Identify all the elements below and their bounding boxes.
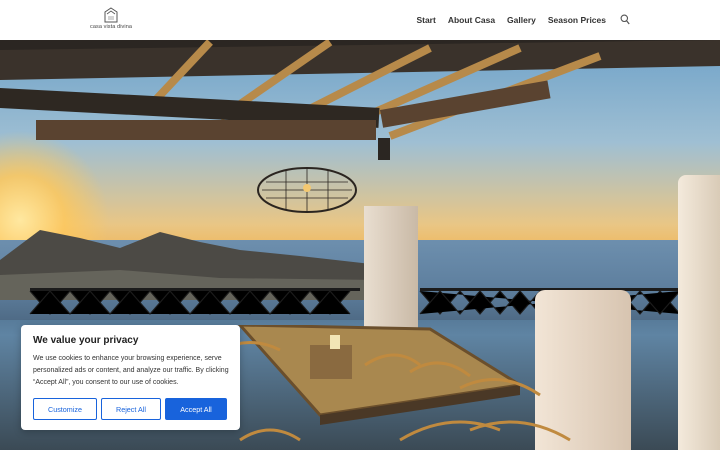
nav-item-about-casa[interactable]: About Casa (448, 15, 495, 25)
search-icon[interactable] (620, 14, 630, 25)
customize-button[interactable]: Customize (33, 398, 97, 420)
site-header: casa vista divina Start About Casa Galle… (0, 0, 720, 40)
main-nav: Start About Casa Gallery Season Prices (416, 14, 630, 25)
cookie-description: We use cookies to enhance your browsing … (33, 355, 229, 386)
house-icon (104, 7, 118, 23)
nav-item-start[interactable]: Start (416, 15, 435, 25)
reject-all-button[interactable]: Reject All (101, 398, 161, 420)
logo-text: casa vista divina (89, 24, 133, 30)
wicker-lamp (257, 167, 357, 213)
nav-item-gallery[interactable]: Gallery (507, 15, 536, 25)
nav-item-season-prices[interactable]: Season Prices (548, 15, 606, 25)
cookie-consent-banner: We value your privacy We use cookies to … (21, 325, 240, 430)
pergola-roof (0, 40, 720, 160)
cookie-title: We value your privacy (33, 335, 139, 346)
cookie-button-group: Customize Reject All Accept All (33, 398, 227, 420)
site-logo[interactable]: casa vista divina (90, 7, 132, 35)
accept-all-button[interactable]: Accept All (165, 398, 227, 420)
